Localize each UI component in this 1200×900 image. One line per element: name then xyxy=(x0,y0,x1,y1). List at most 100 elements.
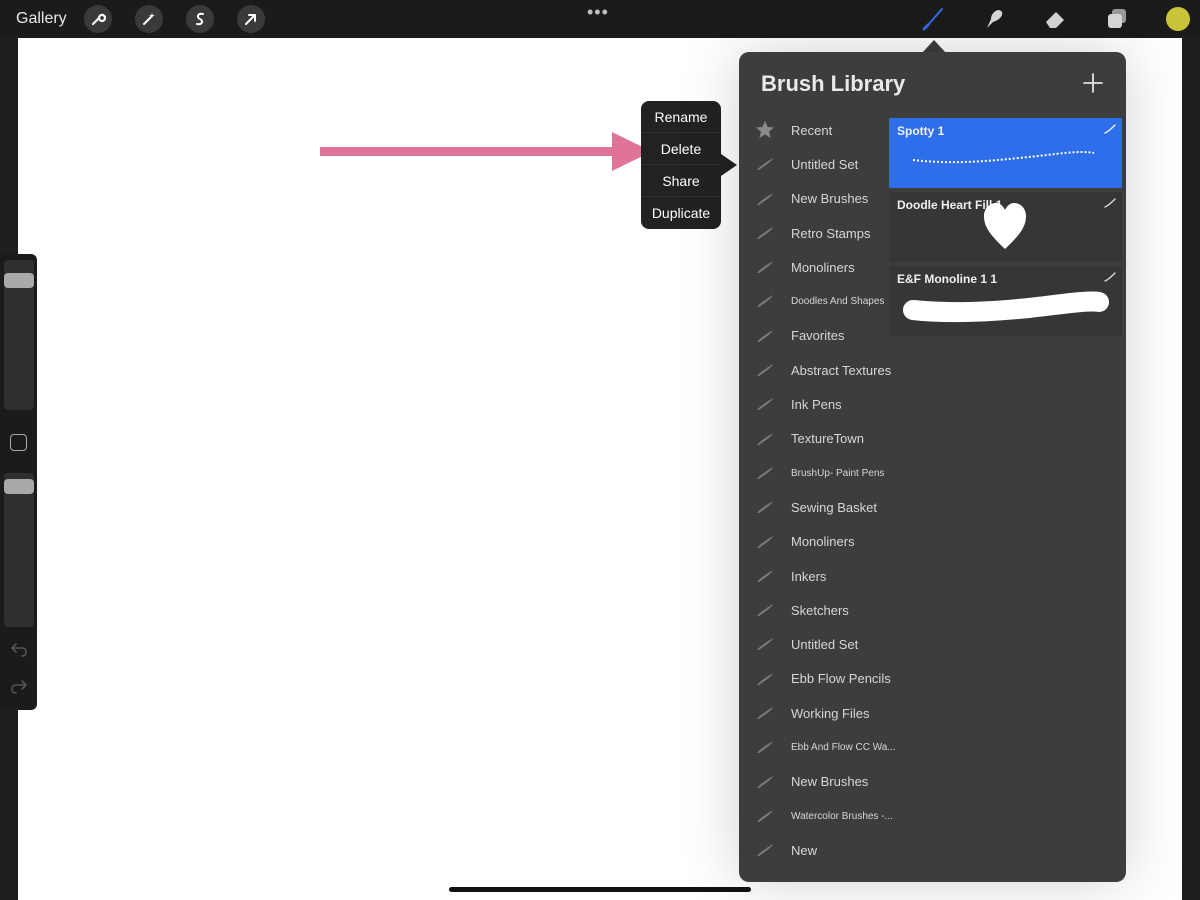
brush-set-label: New Brushes xyxy=(791,191,869,207)
brush-set-icon xyxy=(755,395,775,413)
context-menu-pointer xyxy=(721,154,737,176)
transform-arrow-icon[interactable] xyxy=(237,5,265,33)
brush-set-icon xyxy=(755,498,775,516)
more-options-icon[interactable]: ••• xyxy=(587,2,609,23)
thick-line-stroke-preview xyxy=(903,291,1109,323)
selection-icon[interactable] xyxy=(186,5,214,33)
brush-set-icon xyxy=(755,704,775,722)
brush-set-item[interactable]: Ink Pens xyxy=(739,387,889,421)
redo-icon[interactable] xyxy=(9,677,29,697)
brush-set-label: Ebb Flow Pencils xyxy=(791,671,891,687)
brush-set-label: Recent xyxy=(791,122,833,138)
brush-set-icon xyxy=(755,430,775,448)
brush-set-label: New Brushes xyxy=(791,774,869,790)
share-menu-item[interactable]: Share xyxy=(641,165,721,197)
brush-set-icon xyxy=(755,361,775,379)
rename-menu-item[interactable]: Rename xyxy=(641,101,721,133)
brush-library-panel: Brush Library Recent Untitled Set New Brus… xyxy=(739,52,1126,882)
brush-set-icon xyxy=(755,738,775,756)
layers-icon[interactable] xyxy=(1104,6,1130,32)
heart-stroke-preview xyxy=(984,203,1026,249)
brush-size-slider-thumb[interactable] xyxy=(4,273,34,288)
brush-set-item[interactable]: TextureTown xyxy=(739,422,889,456)
annotation-arrow xyxy=(318,127,658,180)
brush-set-item[interactable]: Favorites xyxy=(739,319,889,353)
brush-set-icon xyxy=(755,224,775,242)
brush-set-icon xyxy=(755,292,775,310)
brush-set-item[interactable]: New Brushes xyxy=(739,182,889,216)
brush-card[interactable]: E&F Monoline 1 1 xyxy=(889,266,1122,336)
duplicate-menu-item[interactable]: Duplicate xyxy=(641,197,721,229)
left-sidebar xyxy=(0,254,37,710)
brush-set-label: Abstract Textures xyxy=(791,362,892,378)
brush-set-label: Sewing Basket xyxy=(791,499,877,515)
brush-set-label: Retro Stamps xyxy=(791,225,871,241)
brush-set-label: Untitled Set xyxy=(791,637,859,653)
brush-set-item[interactable]: New xyxy=(739,833,889,867)
brush-set-label: TextureTown xyxy=(791,431,864,447)
brush-set-label: Doodles And Shapes xyxy=(791,296,885,308)
brush-set-item[interactable]: Untitled Set xyxy=(739,147,889,181)
brush-set-label: BrushUp- Paint Pens xyxy=(791,467,885,479)
brush-set-label: Untitled Set xyxy=(791,156,859,172)
brush-set-icon xyxy=(755,635,775,653)
brush-set-icon xyxy=(755,601,775,619)
undo-icon[interactable] xyxy=(9,640,29,660)
modify-button[interactable] xyxy=(10,434,27,451)
top-toolbar: Gallery ••• xyxy=(0,0,1200,38)
panel-title: Brush Library xyxy=(761,71,906,96)
brush-set-label: Ebb And Flow CC Wa... xyxy=(791,741,896,753)
brush-set-item[interactable]: Sketchers xyxy=(739,593,889,627)
dotted-line-stroke-preview xyxy=(912,150,1095,164)
brush-set-item[interactable]: Watercolor Brushes -... xyxy=(739,799,893,833)
brush-set-item[interactable]: Inkers xyxy=(739,559,889,593)
brush-set-label: Watercolor Brushes -... xyxy=(791,810,893,822)
brush-set-context-menu: Rename Delete Share Duplicate xyxy=(641,101,721,229)
brush-list: Spotty 1 Doodle Heart Fill 1 E&F Monolin… xyxy=(889,118,1122,340)
brush-icon[interactable] xyxy=(920,6,946,32)
brush-set-icon xyxy=(755,567,775,585)
brush-set-item[interactable]: BrushUp- Paint Pens xyxy=(739,456,889,490)
brush-set-item[interactable]: Ebb Flow Pencils xyxy=(739,662,891,696)
brush-card[interactable]: Doodle Heart Fill 1 xyxy=(889,192,1122,262)
brush-set-item[interactable]: Untitled Set xyxy=(739,627,889,661)
brush-set-label: New xyxy=(791,842,818,858)
brush-set-icon xyxy=(755,841,775,859)
magic-wand-icon[interactable] xyxy=(135,5,163,33)
brush-set-icon xyxy=(755,327,775,345)
smudge-icon[interactable] xyxy=(981,6,1007,32)
brush-set-list: Recent Untitled Set New Brushes Retro Stamp… xyxy=(739,113,896,868)
brush-set-icon xyxy=(755,773,775,791)
brush-set-item[interactable]: Working Files xyxy=(739,696,889,730)
brush-set-item[interactable]: Sewing Basket xyxy=(739,490,889,524)
brush-set-item[interactable]: Monoliners xyxy=(739,250,889,284)
brush-set-icon xyxy=(755,190,775,208)
brush-set-item[interactable]: Retro Stamps xyxy=(739,216,889,250)
brush-set-label: Working Files xyxy=(791,705,870,721)
delete-menu-item[interactable]: Delete xyxy=(641,133,721,165)
brush-set-item[interactable]: Doodles And Shapes xyxy=(739,284,889,318)
brush-set-icon xyxy=(755,155,775,173)
color-picker-button[interactable] xyxy=(1166,7,1190,31)
brush-set-label: Monoliners xyxy=(791,259,855,275)
gallery-button[interactable]: Gallery xyxy=(16,10,67,28)
brush-set-item[interactable]: New Brushes xyxy=(739,765,889,799)
plus-icon[interactable] xyxy=(1082,72,1104,94)
brush-set-item[interactable]: Abstract Textures xyxy=(739,353,892,387)
opacity-slider-thumb[interactable] xyxy=(4,479,34,494)
brush-set-item[interactable]: Monoliners xyxy=(739,525,889,559)
brush-card[interactable]: Spotty 1 xyxy=(889,118,1122,188)
brush-set-item[interactable]: Recent xyxy=(739,113,889,147)
home-indicator[interactable] xyxy=(449,887,751,892)
wrench-icon[interactable] xyxy=(84,5,112,33)
opacity-slider[interactable] xyxy=(4,473,34,627)
eraser-icon[interactable] xyxy=(1042,6,1068,32)
brush-set-label: Sketchers xyxy=(791,602,849,618)
brush-set-item[interactable]: Ebb And Flow CC Wa... xyxy=(739,730,896,764)
brush-set-icon xyxy=(755,258,775,276)
brush-set-label: Ink Pens xyxy=(791,397,842,413)
brush-set-icon xyxy=(755,670,775,688)
brush-set-icon xyxy=(755,464,775,482)
star-icon xyxy=(755,121,775,139)
brush-set-label: Inkers xyxy=(791,568,827,584)
